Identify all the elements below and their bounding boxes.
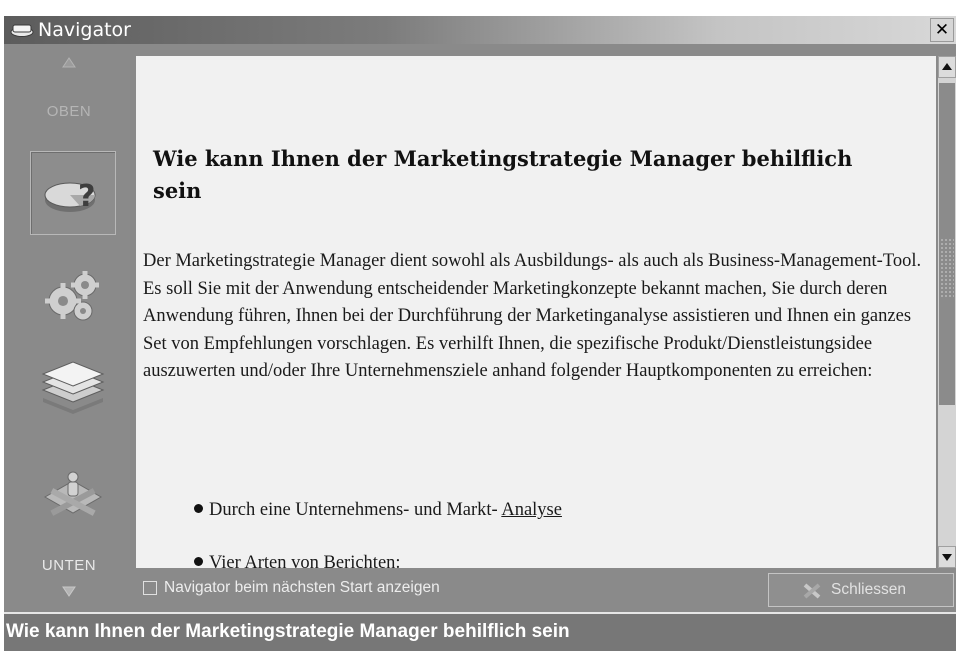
scroll-grip [940,238,954,298]
help-content-pane[interactable]: Wie kann Ihnen der Marketingstrategie Ma… [136,56,936,568]
sidebar-item-tools[interactable] [30,459,116,543]
scroll-thumb[interactable] [939,83,955,405]
content-paragraph: Der Marketingstrategie Manager dient sow… [143,251,922,382]
triangle-down-icon [942,554,952,561]
bullet-item: Durch eine Unternehmens- und Markt- Anal… [194,500,562,521]
navigator-window: Navigator ✕ OBEN ? UNTEN Wie kann Ihnen … [4,16,956,651]
scroll-up-arrow-icon[interactable] [61,56,77,70]
scroll-down-arrow-icon[interactable] [61,584,77,598]
bullet-item: Vier Arten von Berichten: [194,553,401,568]
bullet-dot [194,504,203,513]
layers-icon [41,361,105,414]
status-bar: Wie kann Ihnen der Marketingstrategie Ma… [4,612,956,651]
show-on-start-checkbox[interactable] [143,581,157,595]
sidebar-item-settings[interactable] [30,255,116,339]
bullet-text: Vier Arten von Berichten: [209,553,401,568]
close-button[interactable]: Schliessen [768,573,954,607]
window-title: Navigator [38,19,131,41]
scroll-up-button[interactable] [938,56,956,78]
content-heading: Wie kann Ihnen der Marketingstrategie Ma… [153,146,853,203]
gears-icon [45,271,99,321]
app-icon [10,24,34,37]
bullet-dot [194,557,203,566]
title-bar[interactable]: Navigator ✕ [4,16,956,44]
close-x-icon [803,583,821,599]
sidebar-item-layers[interactable] [30,350,116,434]
bullet-text: Durch eine Unternehmens- und Markt- [209,500,502,520]
status-text: Wie kann Ihnen der Marketingstrategie Ma… [6,621,570,642]
triangle-up-icon [942,63,952,70]
sidebar-item-help[interactable]: ? [30,151,116,235]
vertical-scrollbar[interactable] [938,56,956,568]
analyse-link[interactable]: Analyse [501,500,562,520]
help-pie-chart-icon: ? [44,179,96,214]
show-on-start-label[interactable]: Navigator beim nächsten Start anzeigen [164,579,440,597]
tools-person-icon [43,471,103,516]
svg-text:?: ? [78,179,95,214]
footer-row: Navigator beim nächsten Start anzeigen S… [136,569,956,609]
sidebar-down-label[interactable]: UNTEN [4,557,134,574]
close-button-label: Schliessen [831,581,906,598]
scroll-down-button[interactable] [938,546,956,568]
navigator-sidebar: OBEN ? UNTEN [4,44,134,610]
sidebar-up-label[interactable]: OBEN [4,103,134,120]
window-close-button[interactable]: ✕ [930,18,954,42]
